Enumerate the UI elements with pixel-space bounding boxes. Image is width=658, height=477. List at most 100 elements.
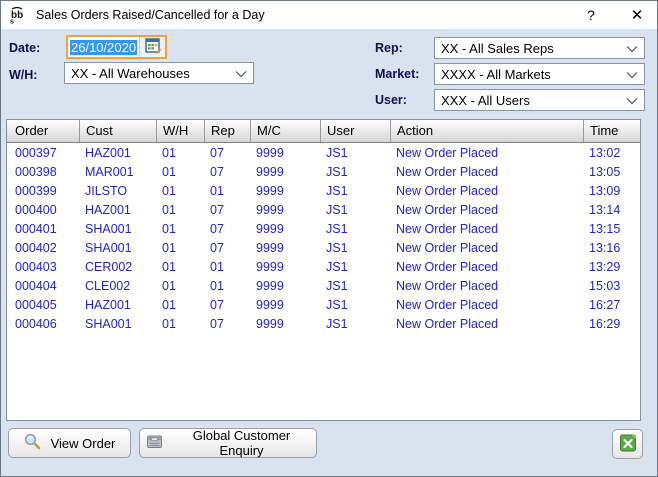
- cust-cell: SHA001: [79, 241, 156, 255]
- view-order-button[interactable]: View Order: [8, 428, 131, 458]
- action-cell: New Order Placed: [390, 165, 583, 179]
- rep-cell: 07: [204, 298, 250, 312]
- action-cell: New Order Placed: [390, 203, 583, 217]
- wh-cell: 01: [156, 203, 204, 217]
- rep-cell: 01: [204, 184, 250, 198]
- table-header: Order Cust W/H Rep M/C User Action Time: [7, 120, 640, 143]
- market-select[interactable]: XXXX - All Markets: [434, 63, 645, 85]
- svg-text:s: s: [10, 18, 14, 24]
- rep-cell: 07: [204, 203, 250, 217]
- table-body: 000397 HAZ001 01 07 9999 JS1 New Order P…: [7, 143, 640, 333]
- magnifier-icon: [24, 433, 41, 453]
- time-cell: 13:16: [583, 241, 640, 255]
- action-cell: New Order Placed: [390, 184, 583, 198]
- table-row[interactable]: 000403 CER002 01 01 9999 JS1 New Order P…: [7, 257, 640, 276]
- table-row[interactable]: 000398 MAR001 01 07 9999 JS1 New Order P…: [7, 162, 640, 181]
- user-cell: JS1: [320, 279, 390, 293]
- user-cell: JS1: [320, 241, 390, 255]
- table-row[interactable]: 000404 CLE002 01 01 9999 JS1 New Order P…: [7, 276, 640, 295]
- order-cell: 000402: [7, 241, 79, 255]
- export-to-excel-button[interactable]: [612, 429, 643, 459]
- wh-cell: 01: [156, 260, 204, 274]
- wh-cell: 01: [156, 317, 204, 331]
- date-field-group: 26/10/2020: [66, 35, 167, 59]
- time-cell: 13:02: [583, 146, 640, 160]
- window-title: Sales Orders Raised/Cancelled for a Day: [36, 8, 265, 22]
- table-row[interactable]: 000402 SHA001 01 07 9999 JS1 New Order P…: [7, 238, 640, 257]
- global-customer-enquiry-button[interactable]: Global Customer Enquiry: [139, 428, 317, 458]
- time-cell: 13:15: [583, 222, 640, 236]
- column-header-order: Order: [7, 120, 79, 142]
- order-cell: 000404: [7, 279, 79, 293]
- cust-cell: HAZ001: [79, 298, 156, 312]
- mc-cell: 9999: [250, 146, 320, 160]
- date-label: Date:: [9, 41, 40, 55]
- help-button[interactable]: ?: [573, 1, 609, 29]
- rep-cell: 01: [204, 279, 250, 293]
- table-row[interactable]: 000400 HAZ001 01 07 9999 JS1 New Order P…: [7, 200, 640, 219]
- user-cell: JS1: [320, 317, 390, 331]
- close-button[interactable]: ✕: [619, 1, 655, 29]
- card-index-icon: [146, 433, 163, 453]
- wh-cell: 01: [156, 241, 204, 255]
- chevron-down-icon: [626, 93, 638, 108]
- mc-cell: 9999: [250, 279, 320, 293]
- time-cell: 15:03: [583, 279, 640, 293]
- cust-cell: MAR001: [79, 165, 156, 179]
- table-row[interactable]: 000405 HAZ001 01 07 9999 JS1 New Order P…: [7, 295, 640, 314]
- action-cell: New Order Placed: [390, 146, 583, 160]
- action-cell: New Order Placed: [390, 241, 583, 255]
- column-header-cust: Cust: [79, 120, 156, 142]
- user-value: XXX - All Users: [441, 93, 530, 108]
- order-cell: 000405: [7, 298, 79, 312]
- cust-cell: HAZ001: [79, 146, 156, 160]
- title-bar: bb s Sales Orders Raised/Cancelled for a…: [1, 1, 657, 29]
- order-cell: 000403: [7, 260, 79, 274]
- time-cell: 13:05: [583, 165, 640, 179]
- rep-cell: 07: [204, 241, 250, 255]
- time-cell: 13:29: [583, 260, 640, 274]
- time-cell: 16:27: [583, 298, 640, 312]
- user-cell: JS1: [320, 165, 390, 179]
- cust-cell: SHA001: [79, 317, 156, 331]
- rep-cell: 01: [204, 260, 250, 274]
- rep-select[interactable]: XX - All Sales Reps: [434, 37, 645, 59]
- table-row[interactable]: 000401 SHA001 01 07 9999 JS1 New Order P…: [7, 219, 640, 238]
- mc-cell: 9999: [250, 260, 320, 274]
- user-cell: JS1: [320, 184, 390, 198]
- user-cell: JS1: [320, 222, 390, 236]
- cust-cell: HAZ001: [79, 203, 156, 217]
- warehouse-select[interactable]: XX - All Warehouses: [64, 62, 254, 84]
- order-cell: 000397: [7, 146, 79, 160]
- rep-cell: 07: [204, 317, 250, 331]
- action-cell: New Order Placed: [390, 260, 583, 274]
- order-cell: 000401: [7, 222, 79, 236]
- calendar-button[interactable]: [139, 37, 165, 57]
- wh-cell: 01: [156, 146, 204, 160]
- cust-cell: SHA001: [79, 222, 156, 236]
- wh-cell: 01: [156, 184, 204, 198]
- warehouse-label: W/H:: [9, 68, 37, 82]
- user-select[interactable]: XXX - All Users: [434, 89, 645, 111]
- view-order-label: View Order: [51, 436, 116, 451]
- chevron-down-icon: [626, 41, 638, 56]
- chevron-down-icon: [626, 67, 638, 82]
- table-row[interactable]: 000406 SHA001 01 07 9999 JS1 New Order P…: [7, 314, 640, 333]
- action-cell: New Order Placed: [390, 298, 583, 312]
- order-cell: 000400: [7, 203, 79, 217]
- dialog-window: bb s Sales Orders Raised/Cancelled for a…: [0, 0, 658, 477]
- date-input[interactable]: 26/10/2020: [68, 37, 139, 57]
- app-icon: bb s: [8, 6, 30, 24]
- column-header-time: Time: [583, 120, 640, 142]
- rep-cell: 07: [204, 146, 250, 160]
- table-row[interactable]: 000399 JILSTO 01 01 9999 JS1 New Order P…: [7, 181, 640, 200]
- rep-label: Rep:: [375, 41, 403, 55]
- column-header-user: User: [320, 120, 390, 142]
- table-row[interactable]: 000397 HAZ001 01 07 9999 JS1 New Order P…: [7, 143, 640, 162]
- time-cell: 13:14: [583, 203, 640, 217]
- mc-cell: 9999: [250, 241, 320, 255]
- warehouse-value: XX - All Warehouses: [71, 66, 190, 81]
- mc-cell: 9999: [250, 317, 320, 331]
- date-value: 26/10/2020: [70, 40, 137, 55]
- user-cell: JS1: [320, 146, 390, 160]
